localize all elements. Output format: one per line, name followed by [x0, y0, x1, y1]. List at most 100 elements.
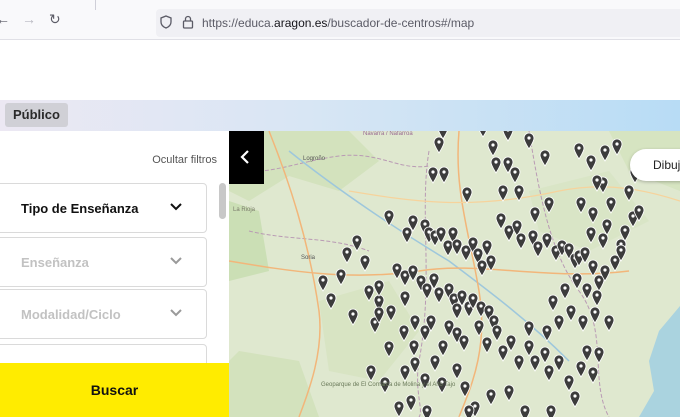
- map-pin-dot: [527, 136, 531, 140]
- map-pin-dot: [489, 392, 493, 396]
- map-pin-dot: [437, 140, 441, 144]
- map-pin-dot: [506, 160, 510, 164]
- map-pin-dot: [465, 190, 469, 194]
- search-button[interactable]: Buscar: [0, 363, 229, 417]
- map-pin-dot: [501, 348, 505, 352]
- map-pin-dot: [405, 230, 409, 234]
- map-pin-dot: [369, 368, 373, 372]
- map-pin-dot: [467, 304, 471, 308]
- map-pin-dot: [439, 230, 443, 234]
- map-pin-dot: [377, 298, 381, 302]
- map-pin-dot: [411, 268, 415, 272]
- address-bar[interactable]: https://educa.aragon.es/buscador-de-cent…: [156, 9, 680, 37]
- hide-filters-link[interactable]: Ocultar filtros: [152, 154, 217, 166]
- map-pin-dot: [452, 296, 456, 300]
- filter-ensenanza[interactable]: Enseñanza: [0, 237, 207, 287]
- lock-icon[interactable]: [182, 15, 194, 29]
- map-pin-dot: [591, 263, 595, 267]
- map-pin-dot: [397, 404, 401, 408]
- map-pin-dot: [425, 286, 429, 290]
- map-pin-dot: [569, 308, 573, 312]
- chevron-down-icon: [170, 257, 182, 265]
- map-pin-dot: [387, 213, 391, 217]
- back-arrow-icon[interactable]: ←: [0, 12, 10, 26]
- map-pin-dot: [557, 318, 561, 322]
- map-pin-dot: [531, 233, 535, 237]
- map-pin-dot: [547, 368, 551, 372]
- url-path: /buscador-de-centros#/map: [327, 16, 475, 30]
- map-pin-dot: [527, 324, 531, 328]
- filter-tipo-ensenanza[interactable]: Tipo de Enseñanza: [0, 183, 207, 233]
- map-pin-dot: [413, 318, 417, 322]
- map-pin-dot: [345, 250, 349, 254]
- map-pin-dot: [492, 318, 496, 322]
- map-pin-dot: [583, 250, 587, 254]
- map-pin-dot: [431, 170, 435, 174]
- map-pin-dot: [471, 296, 475, 300]
- map-pin-dot: [499, 216, 503, 220]
- map-pin-dot: [339, 272, 343, 276]
- map-pin-dot: [389, 308, 393, 312]
- map-pin-dot: [573, 394, 577, 398]
- map-pin-dot: [387, 344, 391, 348]
- map-pin-dot: [377, 283, 381, 287]
- map-pin-dot: [423, 222, 427, 226]
- map-pin-dot: [519, 236, 523, 240]
- map-pin-dot: [412, 343, 416, 347]
- map-pin-dot: [351, 312, 355, 316]
- forward-arrow-icon[interactable]: →: [22, 12, 36, 26]
- map-pin-dot: [551, 298, 555, 302]
- map-pin-dot: [403, 294, 407, 298]
- map-pin-dot: [607, 318, 611, 322]
- map-pin-dot: [631, 214, 635, 218]
- filter-label: Modalidad/Ciclo: [21, 307, 121, 322]
- map-label-geoparque: Geoparque de El Comarca de Molina y el A…: [321, 382, 456, 388]
- map-pin-dot: [447, 286, 451, 290]
- map-pin-dot: [603, 268, 607, 272]
- map-pin-dot: [533, 210, 537, 214]
- map-pin-dot: [613, 258, 617, 262]
- map-pin-dot: [579, 364, 583, 368]
- map-pin-dot: [447, 323, 451, 327]
- reload-icon[interactable]: ↻: [49, 12, 61, 26]
- map-pin-dot: [485, 243, 489, 247]
- filter-modalidad-ciclo[interactable]: Modalidad/Ciclo: [0, 289, 207, 339]
- draw-area-button[interactable]: Dibuj: [630, 149, 680, 181]
- map-pin-dot: [367, 288, 371, 292]
- publico-badge[interactable]: Público: [5, 103, 68, 127]
- map-pin-dot: [605, 222, 609, 226]
- map-pin-dot: [455, 330, 459, 334]
- filter-label: Enseñanza: [21, 255, 89, 270]
- map-pin-dot: [425, 408, 429, 412]
- url-text[interactable]: https://educa.aragon.es/buscador-de-cent…: [202, 16, 474, 30]
- map-pin-dot: [637, 208, 641, 212]
- browser-toolbar: ← → ↻ https://educa.aragon.es/buscador-d…: [0, 0, 680, 40]
- map-pin-dot: [507, 228, 511, 232]
- map-pin-dot: [509, 338, 513, 342]
- collapse-filters-button[interactable]: [229, 131, 264, 184]
- map-pin-dot: [485, 340, 489, 344]
- map-pin-dot: [429, 318, 433, 322]
- map-pin-dot: [557, 358, 561, 362]
- map-pin-dot: [476, 251, 480, 255]
- map-pin-dot: [536, 244, 540, 248]
- map-pin-dot: [495, 328, 499, 332]
- map-pin-dot: [491, 143, 495, 147]
- map-pin-dot: [363, 258, 367, 262]
- map-pin-dot: [567, 378, 571, 382]
- map-pin-dot: [615, 142, 619, 146]
- map-pin-dot: [567, 246, 571, 250]
- panel-scrollbar[interactable]: [219, 183, 226, 219]
- map-view[interactable]: Navarra / Nafarroa Logroño La Rioja Sori…: [229, 131, 680, 417]
- map-pin-dot: [545, 236, 549, 240]
- map-pin-dot: [494, 160, 498, 164]
- map-pin-dot: [593, 310, 597, 314]
- map-pin-dot: [437, 290, 441, 294]
- map-pin-dot: [464, 248, 468, 252]
- map-pin-dot: [489, 258, 493, 262]
- map-pin-dot: [442, 170, 446, 174]
- shield-icon[interactable]: [160, 15, 172, 29]
- map-pin-dot: [597, 278, 601, 282]
- url-prefix: https://educa.: [202, 16, 275, 30]
- map-pin-dot: [517, 358, 521, 362]
